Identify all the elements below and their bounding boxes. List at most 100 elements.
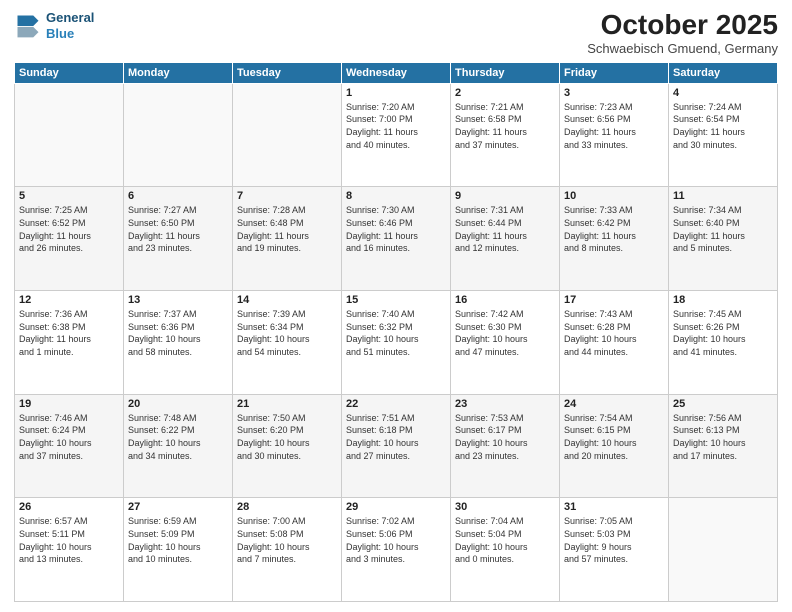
day-info: Sunrise: 7:39 AMSunset: 6:34 PMDaylight:…: [237, 308, 337, 358]
day-info: Sunrise: 7:04 AMSunset: 5:04 PMDaylight:…: [455, 515, 555, 565]
logo-icon: [14, 12, 42, 40]
calendar: SundayMondayTuesdayWednesdayThursdayFrid…: [14, 62, 778, 602]
day-cell: [124, 83, 233, 187]
calendar-body: 1 Sunrise: 7:20 AMSunset: 7:00 PMDaylight…: [15, 83, 778, 601]
day-number: 12: [19, 294, 119, 306]
day-info: Sunrise: 7:45 AMSunset: 6:26 PMDaylight:…: [673, 308, 773, 358]
day-info: Sunrise: 6:59 AMSunset: 5:09 PMDaylight:…: [128, 515, 228, 565]
day-header-friday: Friday: [560, 62, 669, 83]
day-cell: 2Sunrise: 7:21 AMSunset: 6:58 PMDaylight…: [451, 83, 560, 187]
day-cell: 20 Sunrise: 7:48 AMSunset: 6:22 PMDayligh…: [124, 394, 233, 498]
day-cell: 10 Sunrise: 7:33 AMSunset: 6:42 PMDayligh…: [560, 187, 669, 291]
header-row: SundayMondayTuesdayWednesdayThursdayFrid…: [15, 62, 778, 83]
day-cell: 6 Sunrise: 7:27 AMSunset: 6:50 PMDaylight…: [124, 187, 233, 291]
day-number: 19: [19, 398, 119, 410]
day-info: Sunrise: 7:02 AMSunset: 5:06 PMDaylight:…: [346, 515, 446, 565]
day-number: 21: [237, 398, 337, 410]
day-cell: 27 Sunrise: 6:59 AMSunset: 5:09 PMDayligh…: [124, 498, 233, 602]
day-number: 17: [564, 294, 664, 306]
day-number: 11: [673, 190, 773, 202]
day-cell: 25 Sunrise: 7:56 AMSunset: 6:13 PMDayligh…: [669, 394, 778, 498]
month-title: October 2025: [587, 10, 778, 41]
day-number: 28: [237, 501, 337, 513]
day-cell: [15, 83, 124, 187]
subtitle: Schwaebisch Gmuend, Germany: [587, 41, 778, 56]
day-cell: 16Sunrise: 7:42 AMSunset: 6:30 PMDayligh…: [451, 291, 560, 395]
day-number: 4: [673, 87, 773, 99]
day-cell: 11Sunrise: 7:34 AMSunset: 6:40 PMDayligh…: [669, 187, 778, 291]
day-cell: 9 Sunrise: 7:31 AMSunset: 6:44 PMDaylight…: [451, 187, 560, 291]
day-number: 26: [19, 501, 119, 513]
day-cell: 26 Sunrise: 6:57 AMSunset: 5:11 PMDayligh…: [15, 498, 124, 602]
day-cell: 24 Sunrise: 7:54 AMSunset: 6:15 PMDayligh…: [560, 394, 669, 498]
day-info: Sunrise: 7:05 AMSunset: 5:03 PMDaylight:…: [564, 515, 664, 565]
day-info: Sunrise: 7:27 AMSunset: 6:50 PMDaylight:…: [128, 204, 228, 254]
day-number: 8: [346, 190, 446, 202]
day-info: Sunrise: 7:51 AMSunset: 6:18 PMDaylight:…: [346, 412, 446, 462]
day-cell: 4 Sunrise: 7:24 AMSunset: 6:54 PMDaylight…: [669, 83, 778, 187]
day-info: Sunrise: 7:24 AMSunset: 6:54 PMDaylight:…: [673, 101, 773, 151]
day-header-sunday: Sunday: [15, 62, 124, 83]
day-header-thursday: Thursday: [451, 62, 560, 83]
day-info: Sunrise: 7:31 AMSunset: 6:44 PMDaylight:…: [455, 204, 555, 254]
day-cell: 23Sunrise: 7:53 AMSunset: 6:17 PMDayligh…: [451, 394, 560, 498]
day-cell: 12 Sunrise: 7:36 AMSunset: 6:38 PMDayligh…: [15, 291, 124, 395]
day-header-wednesday: Wednesday: [342, 62, 451, 83]
day-info: Sunrise: 7:28 AMSunset: 6:48 PMDaylight:…: [237, 204, 337, 254]
day-info: Sunrise: 7:33 AMSunset: 6:42 PMDaylight:…: [564, 204, 664, 254]
day-number: 13: [128, 294, 228, 306]
day-cell: 30 Sunrise: 7:04 AMSunset: 5:04 PMDayligh…: [451, 498, 560, 602]
day-cell: 18Sunrise: 7:45 AMSunset: 6:26 PMDayligh…: [669, 291, 778, 395]
day-info: Sunrise: 7:30 AMSunset: 6:46 PMDaylight:…: [346, 204, 446, 254]
day-cell: 1 Sunrise: 7:20 AMSunset: 7:00 PMDaylight…: [342, 83, 451, 187]
day-number: 22: [346, 398, 446, 410]
day-info: Sunrise: 7:21 AMSunset: 6:58 PMDaylight:…: [455, 101, 555, 151]
day-cell: 21 Sunrise: 7:50 AMSunset: 6:20 PMDayligh…: [233, 394, 342, 498]
day-number: 23: [455, 398, 555, 410]
day-cell: [233, 83, 342, 187]
week-row-5: 26 Sunrise: 6:57 AMSunset: 5:11 PMDayligh…: [15, 498, 778, 602]
day-info: Sunrise: 7:00 AMSunset: 5:08 PMDaylight:…: [237, 515, 337, 565]
day-number: 31: [564, 501, 664, 513]
day-number: 25: [673, 398, 773, 410]
day-info: Sunrise: 6:57 AMSunset: 5:11 PMDaylight:…: [19, 515, 119, 565]
day-cell: 5 Sunrise: 7:25 AMSunset: 6:52 PMDaylight…: [15, 187, 124, 291]
day-number: 1: [346, 87, 446, 99]
day-number: 30: [455, 501, 555, 513]
day-cell: 28 Sunrise: 7:00 AMSunset: 5:08 PMDayligh…: [233, 498, 342, 602]
week-row-1: 1 Sunrise: 7:20 AMSunset: 7:00 PMDaylight…: [15, 83, 778, 187]
day-info: Sunrise: 7:48 AMSunset: 6:22 PMDaylight:…: [128, 412, 228, 462]
day-number: 20: [128, 398, 228, 410]
day-info: Sunrise: 7:50 AMSunset: 6:20 PMDaylight:…: [237, 412, 337, 462]
day-number: 29: [346, 501, 446, 513]
day-cell: 13 Sunrise: 7:37 AMSunset: 6:36 PMDayligh…: [124, 291, 233, 395]
day-info: Sunrise: 7:54 AMSunset: 6:15 PMDaylight:…: [564, 412, 664, 462]
week-row-3: 12 Sunrise: 7:36 AMSunset: 6:38 PMDayligh…: [15, 291, 778, 395]
day-header-monday: Monday: [124, 62, 233, 83]
day-cell: 31 Sunrise: 7:05 AMSunset: 5:03 PMDayligh…: [560, 498, 669, 602]
day-number: 27: [128, 501, 228, 513]
day-number: 9: [455, 190, 555, 202]
header: General Blue October 2025 Schwaebisch Gm…: [14, 10, 778, 56]
day-cell: 19Sunrise: 7:46 AMSunset: 6:24 PMDayligh…: [15, 394, 124, 498]
day-info: Sunrise: 7:20 AMSunset: 7:00 PMDaylight:…: [346, 101, 446, 151]
title-block: October 2025 Schwaebisch Gmuend, Germany: [587, 10, 778, 56]
week-row-2: 5 Sunrise: 7:25 AMSunset: 6:52 PMDaylight…: [15, 187, 778, 291]
day-number: 16: [455, 294, 555, 306]
day-number: 24: [564, 398, 664, 410]
day-number: 6: [128, 190, 228, 202]
day-number: 10: [564, 190, 664, 202]
day-info: Sunrise: 7:36 AMSunset: 6:38 PMDaylight:…: [19, 308, 119, 358]
day-cell: 3Sunrise: 7:23 AMSunset: 6:56 PMDaylight…: [560, 83, 669, 187]
day-header-tuesday: Tuesday: [233, 62, 342, 83]
day-cell: 29 Sunrise: 7:02 AMSunset: 5:06 PMDayligh…: [342, 498, 451, 602]
week-row-4: 19Sunrise: 7:46 AMSunset: 6:24 PMDayligh…: [15, 394, 778, 498]
day-cell: 17Sunrise: 7:43 AMSunset: 6:28 PMDayligh…: [560, 291, 669, 395]
day-info: Sunrise: 7:56 AMSunset: 6:13 PMDaylight:…: [673, 412, 773, 462]
day-info: Sunrise: 7:25 AMSunset: 6:52 PMDaylight:…: [19, 204, 119, 254]
day-info: Sunrise: 7:37 AMSunset: 6:36 PMDaylight:…: [128, 308, 228, 358]
logo-text: General Blue: [46, 10, 94, 41]
day-cell: 7Sunrise: 7:28 AMSunset: 6:48 PMDaylight…: [233, 187, 342, 291]
day-number: 5: [19, 190, 119, 202]
day-cell: 22 Sunrise: 7:51 AMSunset: 6:18 PMDayligh…: [342, 394, 451, 498]
